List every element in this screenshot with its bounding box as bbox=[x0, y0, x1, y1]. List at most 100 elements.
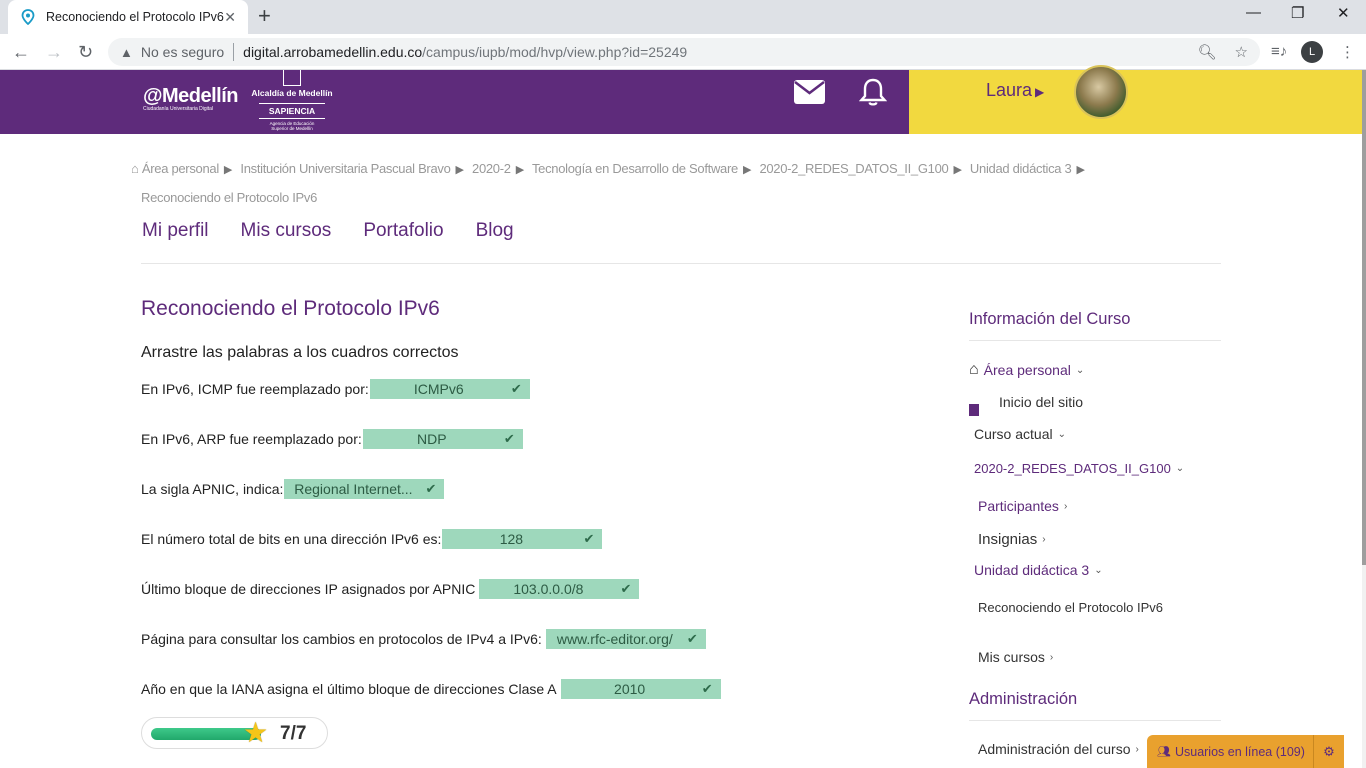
check-icon: ✔ bbox=[503, 431, 515, 446]
question-text: Último bloque de direcciones IP asignado… bbox=[141, 581, 476, 597]
sidebar-item-label: Mis cursos bbox=[978, 649, 1045, 665]
sidebar-item-area-personal[interactable]: ⌂ Área personal ⌄ bbox=[969, 361, 1084, 379]
sidebar-item-activity[interactable]: Reconociendo el Protocolo IPv6 bbox=[978, 600, 1163, 615]
sidebar-item-participantes[interactable]: Participantes › bbox=[978, 498, 1067, 514]
sidebar-item-mis-cursos[interactable]: Mis cursos › bbox=[978, 649, 1053, 665]
answer-dropzone[interactable]: 128 ✔ bbox=[442, 529, 603, 549]
reload-icon[interactable]: ↻ bbox=[78, 42, 93, 63]
nav-mi-perfil[interactable]: Mi perfil bbox=[142, 220, 209, 242]
breadcrumb-item[interactable]: Tecnología en Desarrollo de Software bbox=[532, 161, 738, 176]
sidebar-item-label: Inicio del sitio bbox=[999, 394, 1084, 410]
question-text: El número total de bits en una dirección… bbox=[141, 531, 442, 547]
check-icon: ✔ bbox=[701, 681, 713, 696]
sidebar-item-insignias[interactable]: Insignias › bbox=[978, 531, 1046, 548]
browser-tab[interactable]: Reconociendo el Protocolo IPv6 ✕ bbox=[8, 0, 248, 34]
omnibox-separator bbox=[233, 43, 235, 61]
sapiencia-logo[interactable]: Alcaldía de Medellín SAPIENCIA Agencia d… bbox=[249, 70, 335, 131]
forward-icon[interactable]: → bbox=[45, 42, 63, 63]
breadcrumb-item[interactable]: Unidad didáctica 3 bbox=[970, 161, 1072, 176]
new-tab-icon[interactable]: + bbox=[258, 5, 271, 27]
sidebar-admin-title: Administración bbox=[969, 690, 1078, 708]
tab-title: Reconociendo el Protocolo IPv6 bbox=[46, 10, 224, 24]
answer-dropzone[interactable]: Regional Internet... ✔ bbox=[284, 479, 445, 499]
warning-icon: ▲ bbox=[120, 44, 133, 60]
messages-envelope-icon[interactable] bbox=[794, 80, 825, 109]
logo-main-text: @Medellín bbox=[143, 85, 239, 107]
answer-dropzone[interactable]: ICMPv6 ✔ bbox=[369, 379, 530, 399]
check-icon: ✔ bbox=[510, 381, 522, 396]
sidebar-item-label: Área personal bbox=[983, 362, 1071, 378]
sidebar-item-inicio[interactable]: Inicio del sitio bbox=[969, 394, 1084, 416]
sidebar-item-label: Administración del curso bbox=[978, 741, 1131, 757]
user-avatar[interactable] bbox=[1074, 65, 1128, 119]
page-title: Reconociendo el Protocolo IPv6 bbox=[141, 297, 440, 320]
breadcrumb-item[interactable]: 2020-2_REDES_DATOS_II_G100 bbox=[759, 161, 948, 176]
sidebar-item-label: Participantes bbox=[978, 498, 1059, 514]
sidebar-course-info-title: Información del Curso bbox=[969, 310, 1131, 328]
sidebar-item-unidad[interactable]: Unidad didáctica 3 ⌄ bbox=[974, 562, 1103, 578]
breadcrumb-item[interactable]: Área personal bbox=[142, 161, 219, 176]
sidebar-item-admin-course[interactable]: Administración del curso › bbox=[978, 741, 1139, 757]
question-row: La sigla APNIC, indica: Regional Interne… bbox=[141, 479, 445, 499]
breadcrumb-current[interactable]: Reconociendo el Protocolo IPv6 bbox=[141, 190, 317, 205]
chevron-down-icon: ⌄ bbox=[1075, 364, 1085, 376]
user-menu-toggle[interactable]: Laura ▶ bbox=[986, 80, 1044, 101]
media-queue-icon[interactable]: ≡♪ bbox=[1271, 43, 1287, 60]
chevron-right-icon: › bbox=[1049, 651, 1054, 663]
chevron-right-icon: › bbox=[1135, 743, 1139, 755]
scrollbar-thumb[interactable] bbox=[1362, 70, 1366, 565]
answer-label: NDP bbox=[416, 431, 447, 447]
online-users-label: Usuarios en línea (109) bbox=[1174, 744, 1305, 759]
nav-portafolio[interactable]: Portafolio bbox=[363, 220, 443, 242]
question-text: En IPv6, ICMP fue reemplazado por: bbox=[141, 381, 369, 397]
profile-nav: Mi perfil Mis cursos Portafolio Blog bbox=[142, 220, 514, 242]
breadcrumb: ⌂ Área personal ▶ Institución Universitar… bbox=[131, 155, 1091, 212]
question-text: Página para consultar los cambios en pro… bbox=[141, 631, 542, 647]
minimize-icon[interactable]: — bbox=[1246, 4, 1261, 21]
url-path: /campus/iupb/mod/hvp/view.php?id=25249 bbox=[422, 44, 688, 60]
restore-icon[interactable]: ❐ bbox=[1291, 4, 1304, 22]
question-text: Año en que la IANA asigna el último bloq… bbox=[141, 681, 557, 697]
logo2-tiny2: Superior de Medellín bbox=[271, 126, 313, 131]
back-icon[interactable]: ← bbox=[12, 42, 30, 63]
bookmark-star-icon[interactable]: ☆ bbox=[1235, 43, 1248, 61]
question-row: Página para consultar los cambios en pro… bbox=[141, 629, 706, 649]
sidebar-item-label: Curso actual bbox=[974, 426, 1053, 442]
browser-menu-icon[interactable]: ⋮ bbox=[1340, 43, 1355, 61]
breadcrumb-item[interactable]: Institución Universitaria Pascual Bravo bbox=[240, 161, 450, 176]
nav-mis-cursos[interactable]: Mis cursos bbox=[241, 220, 332, 242]
tab-close-icon[interactable]: ✕ bbox=[224, 9, 236, 26]
breadcrumb-item[interactable]: 2020-2 bbox=[472, 161, 511, 176]
activity-instruction: Arrastre las palabras a los cuadros corr… bbox=[141, 344, 459, 361]
answer-dropzone[interactable]: www.rfc-editor.org/ ✔ bbox=[545, 629, 706, 649]
page-scrollbar[interactable] bbox=[1362, 70, 1366, 768]
site-header: @Medellín Ciudadanía Universitaria Digit… bbox=[0, 65, 1362, 134]
chevron-right-icon: › bbox=[1042, 534, 1046, 545]
check-icon: ✔ bbox=[620, 581, 632, 596]
notifications-bell-icon[interactable] bbox=[858, 77, 888, 112]
profile-avatar[interactable]: L bbox=[1301, 41, 1323, 63]
nav-blog[interactable]: Blog bbox=[476, 220, 514, 242]
breadcrumb-separator-icon: ▶ bbox=[515, 164, 524, 176]
sidebar-item-label: Insignias bbox=[978, 531, 1038, 548]
zoom-icon[interactable]: 🔍︎ bbox=[1198, 43, 1217, 61]
sidebar-item-curso-actual[interactable]: Curso actual ⌄ bbox=[974, 426, 1066, 442]
online-users-settings-icon[interactable]: ⚙ bbox=[1313, 735, 1344, 768]
chevron-right-icon: › bbox=[1063, 500, 1068, 512]
chevron-down-icon: ⌄ bbox=[1094, 564, 1103, 576]
answer-dropzone[interactable]: 2010 ✔ bbox=[560, 679, 721, 699]
sidebar-item-label: Reconociendo el Protocolo IPv6 bbox=[978, 600, 1164, 615]
answer-label: Regional Internet... bbox=[294, 481, 413, 497]
sidebar-item-course[interactable]: 2020-2_REDES_DATOS_II_G100 ⌄ bbox=[974, 461, 1184, 476]
check-icon: ✔ bbox=[686, 631, 698, 646]
breadcrumb-separator-icon: ▶ bbox=[953, 164, 962, 176]
answer-label: 128 bbox=[499, 531, 524, 547]
window-close-icon[interactable]: ✕ bbox=[1337, 4, 1350, 22]
caret-right-icon: ▶ bbox=[1035, 85, 1045, 99]
answer-dropzone[interactable]: NDP ✔ bbox=[362, 429, 523, 449]
arroba-medellin-logo[interactable]: @Medellín Ciudadanía Universitaria Digit… bbox=[143, 85, 239, 112]
address-bar[interactable]: ▲ No es seguro digital.arrobamedellin.ed… bbox=[108, 38, 1260, 66]
answer-dropzone[interactable]: 103.0.0.0/8 ✔ bbox=[479, 579, 640, 599]
online-users-button[interactable]: 👥︎ Usuarios en línea (109) bbox=[1147, 735, 1313, 768]
breadcrumb-separator-icon: ▶ bbox=[1076, 164, 1085, 176]
